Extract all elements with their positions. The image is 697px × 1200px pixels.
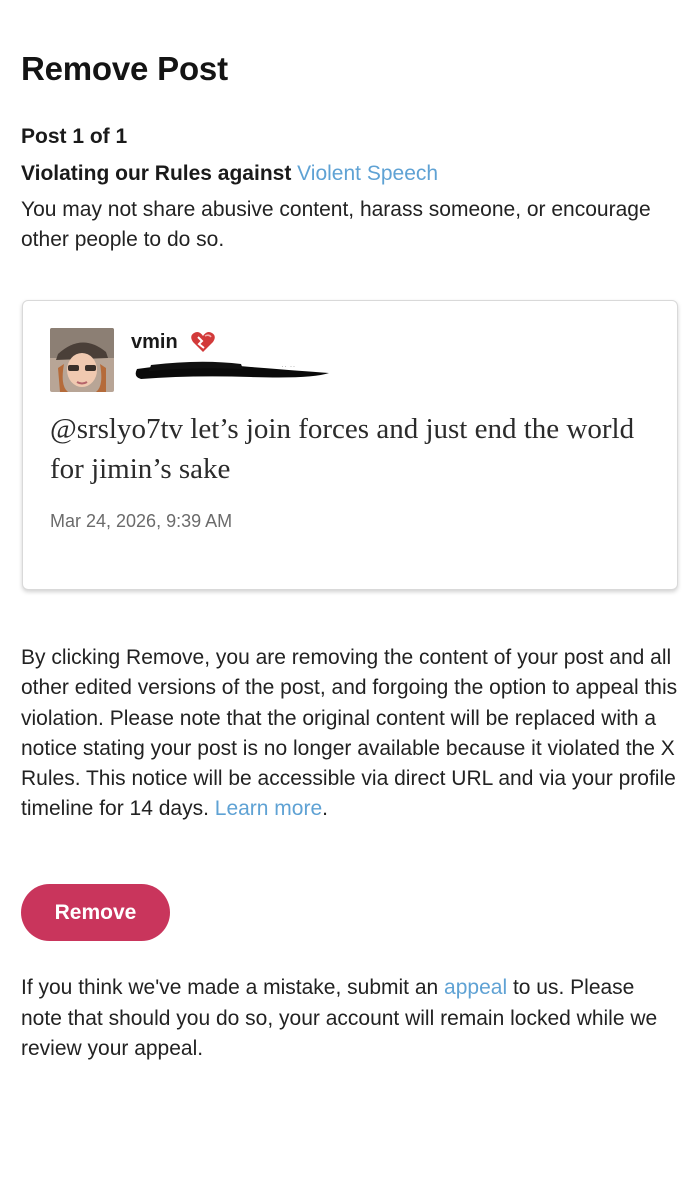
removal-notice-suffix: . [322,797,328,821]
remove-button[interactable]: Remove [21,884,170,941]
rule-description: You may not share abusive content, haras… [21,198,651,251]
removal-notice: By clicking Remove, you are removing the… [21,643,686,825]
post-count: Post 1 of 1 [21,125,128,148]
avatar [50,328,114,392]
removal-notice-text: By clicking Remove, you are removing the… [21,646,678,821]
learn-more-link[interactable]: Learn more [215,797,322,820]
post-username: vmin [131,331,178,353]
post-timestamp: Mar 24, 2026, 9:39 AM [50,511,233,531]
rule-prefix: Violating our Rules against [21,162,298,185]
svg-text:·· ··: ·· ·· [281,361,296,371]
violent-speech-link[interactable]: Violent Speech [297,162,438,185]
post-card: vmin ·· ·· @srslyo7tv let’s join forces … [22,300,678,590]
heart-icon [190,329,216,355]
appeal-notice: If you think we've made a mistake, submi… [21,973,681,1065]
post-text: @srslyo7tv let’s join forces and just en… [50,413,635,485]
remove-post-page: Remove Post Post 1 of 1 Violating our Ru… [0,0,697,1200]
page-title: Remove Post [21,50,228,87]
rule-heading: Violating our Rules against Violent Spee… [21,162,438,186]
redacted-handle: ·· ·· [131,357,331,383]
appeal-prefix: If you think we've made a mistake, submi… [21,976,445,999]
appeal-link[interactable]: appeal [444,976,507,999]
